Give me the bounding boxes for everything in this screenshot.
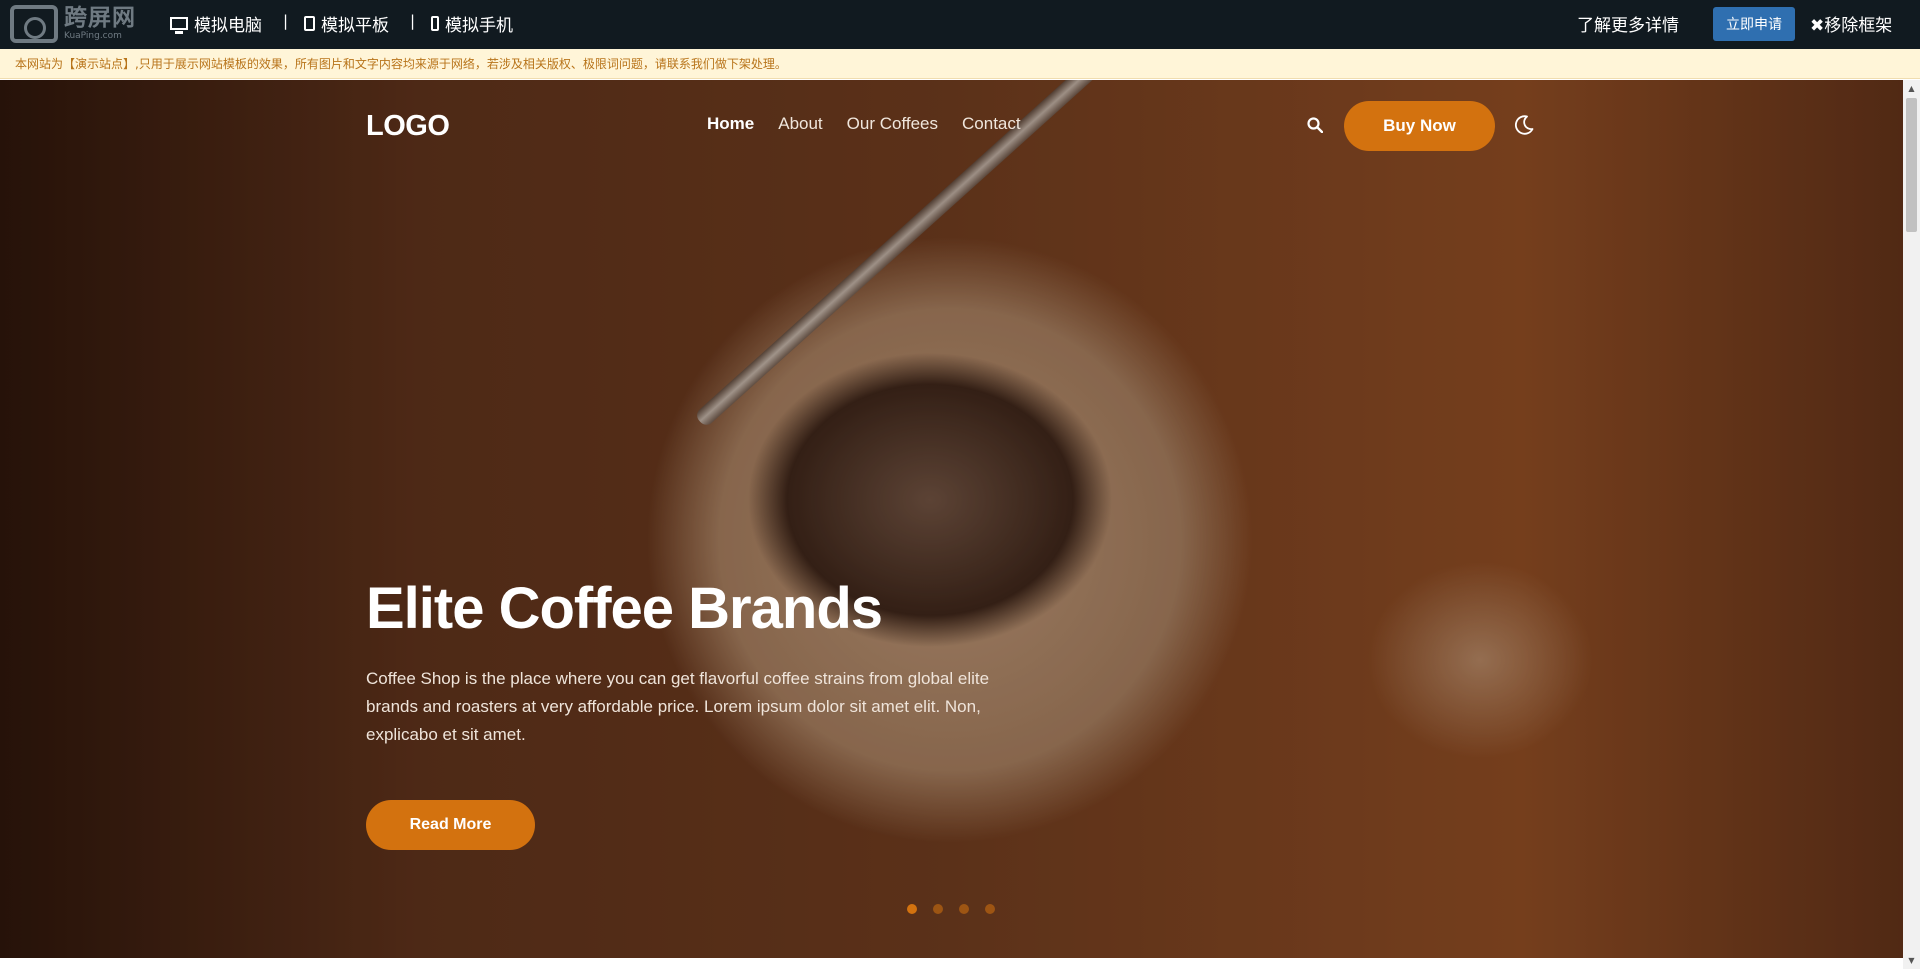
- read-more-button[interactable]: Read More: [366, 800, 535, 850]
- simulate-phone-label: 模拟手机: [445, 16, 513, 36]
- simulate-tablet-button[interactable]: 模拟平板: [304, 11, 389, 36]
- learn-more-link[interactable]: 了解更多详情: [1577, 11, 1679, 36]
- search-icon[interactable]: [1307, 117, 1323, 133]
- separator: |: [283, 12, 289, 30]
- hero-section: LOGO Home About Our Coffees Contact Buy …: [0, 80, 1903, 958]
- buy-now-button[interactable]: Buy Now: [1344, 101, 1495, 151]
- phone-icon: [431, 16, 439, 31]
- demo-frame-topbar: 跨屏网 KuaPing.com 模拟电脑 | 模拟平板 | 模拟手机 了解更多详…: [0, 0, 1920, 49]
- separator: |: [410, 12, 416, 30]
- monitor-icon: [170, 17, 188, 34]
- kuaping-logo-icon: [10, 5, 58, 43]
- simulate-tablet-label: 模拟平板: [321, 16, 389, 36]
- simulate-phone-button[interactable]: 模拟手机: [431, 11, 513, 36]
- simulate-pc-label: 模拟电脑: [194, 16, 262, 36]
- slider-dots: [907, 904, 995, 914]
- site-logo[interactable]: LOGO: [366, 110, 450, 143]
- demo-notice: 本网站为【演示站点】,只用于展示网站模板的效果，所有图片和文字内容均来源于网络，…: [0, 49, 1920, 79]
- nav-our-coffees[interactable]: Our Coffees: [847, 114, 938, 134]
- tablet-icon: [304, 16, 315, 31]
- apply-now-button[interactable]: 立即申请: [1713, 7, 1795, 41]
- kuaping-logo-en: KuaPing.com: [64, 31, 122, 41]
- page-below-hero: [0, 958, 1903, 969]
- scroll-down-arrow-icon[interactable]: ▼: [1903, 952, 1920, 969]
- nav-home[interactable]: Home: [707, 114, 754, 134]
- moon-icon[interactable]: [1513, 114, 1535, 136]
- nav-about[interactable]: About: [778, 114, 822, 134]
- hero-description: Coffee Shop is the place where you can g…: [366, 669, 990, 744]
- scroll-thumb[interactable]: [1906, 98, 1917, 232]
- slider-dot-1[interactable]: [907, 904, 917, 914]
- kuaping-logo[interactable]: 跨屏网 KuaPing.com: [10, 5, 136, 43]
- kuaping-logo-cn: 跨屏网: [64, 5, 136, 31]
- main-nav: Home About Our Coffees Contact: [707, 114, 1021, 134]
- slider-dot-2[interactable]: [933, 904, 943, 914]
- simulate-pc-button[interactable]: 模拟电脑: [170, 11, 262, 36]
- page-scrollbar[interactable]: ▲ ▼: [1903, 80, 1920, 969]
- site-header: LOGO Home About Our Coffees Contact Buy …: [0, 80, 1903, 180]
- kuaping-logo-text: 跨屏网 KuaPing.com: [64, 7, 136, 41]
- nav-contact[interactable]: Contact: [962, 114, 1021, 134]
- slider-dot-3[interactable]: [959, 904, 969, 914]
- remove-frame-button[interactable]: ✖移除框架: [1810, 11, 1892, 36]
- hero-title: Elite Coffee Brands: [366, 576, 883, 641]
- scroll-up-arrow-icon[interactable]: ▲: [1903, 80, 1920, 97]
- slider-dot-4[interactable]: [985, 904, 995, 914]
